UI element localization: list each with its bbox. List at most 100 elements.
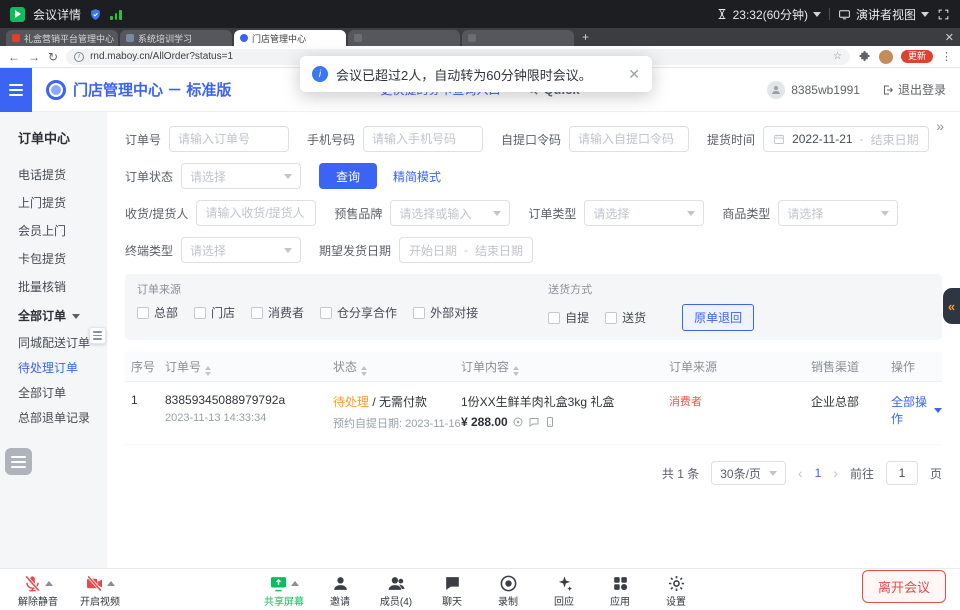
meeting-title[interactable]: 会议详情 [33,6,81,23]
all-actions-dropdown[interactable]: 全部操作 [891,393,942,427]
chevron-up-icon[interactable] [107,581,115,586]
pickup-code-input[interactable] [569,126,689,152]
apps-button[interactable]: 应用 [594,571,646,608]
checkbox-external[interactable] [413,307,425,319]
brand-select[interactable]: 请选择或输入 [390,200,510,226]
col-content[interactable]: 订单内容 [461,358,669,376]
pickup-end-placeholder: 结束日期 [871,131,919,148]
browser-tab[interactable]: 礼盒营销平台管理中心 [6,30,118,46]
meeting-timer[interactable]: 23:32(60分钟) [716,6,821,23]
share-screen-button[interactable]: 共享屏幕 [258,571,310,608]
checkbox-consumer[interactable] [251,307,263,319]
floating-menu-button[interactable] [5,448,32,475]
unmute-button[interactable]: 解除静音 [12,571,64,608]
sort-icon[interactable] [205,366,211,376]
invite-button[interactable]: 邀请 [314,571,366,608]
browser-profile-avatar[interactable] [879,50,893,64]
order-price: ¥ 288.00 [461,415,508,429]
chat-button[interactable]: 聊天 [426,571,478,608]
site-info-icon[interactable]: i [74,52,84,62]
sidebar-drag-handle-icon[interactable] [89,327,106,344]
prev-page-icon[interactable]: ‹ [798,465,803,481]
collapse-panel-icon[interactable]: » [936,118,944,134]
page-size-select[interactable]: 30条/页 [711,461,786,485]
checkbox-warehouse-coop[interactable] [320,307,332,319]
record-button[interactable]: 录制 [482,571,534,608]
phone-input[interactable] [363,126,483,152]
checkbox-store[interactable] [194,307,206,319]
browser-update-button[interactable]: 更新 [901,50,933,63]
fullscreen-icon[interactable] [937,8,950,21]
sort-icon[interactable] [361,366,367,376]
close-icon[interactable]: ✕ [628,66,640,83]
browser-tab-active[interactable]: 门店管理中心 [234,30,346,46]
tab-favicon [12,34,20,42]
order-type-select[interactable]: 请选择 [584,200,704,226]
chevron-up-icon[interactable] [45,581,53,586]
sidebar-item-member-visit[interactable]: 会员上门 [0,217,107,245]
chevron-up-icon[interactable] [291,581,299,586]
browser-tab-strip: 礼盒营销平台管理中心 系统培训学习 门店管理中心 + ✕ [0,28,960,46]
sidebar-item-phone-pickup[interactable]: 电话提货 [0,161,107,189]
pickup-start-date: 2022-11-21 [792,132,853,146]
view-mode-label: 演讲者视图 [856,6,916,23]
members-button[interactable]: 成员(4) [370,571,422,608]
checkbox-self-pickup[interactable] [548,312,560,324]
receiver-input[interactable] [196,200,316,226]
menu-toggle-button[interactable] [0,68,32,112]
sidebar-item-door-pickup[interactable]: 上门提货 [0,189,107,217]
reaction-button[interactable]: 回应 [538,571,590,608]
col-order-no[interactable]: 订单号 [165,358,333,376]
ship-date-range[interactable]: 开始日期 - 结束日期 [399,237,533,263]
col-status[interactable]: 状态 [333,358,461,376]
next-page-icon[interactable]: › [833,465,838,481]
leave-meeting-button[interactable]: 离开会议 [862,570,946,603]
logout-button[interactable]: 退出登录 [882,81,946,98]
order-no-input[interactable] [169,126,289,152]
select-placeholder: 请选择 [190,168,226,185]
select-placeholder: 请选择 [190,242,226,259]
forward-icon[interactable]: → [28,50,40,64]
refresh-icon[interactable]: ↻ [48,50,58,64]
sidebar-item-batch-verify[interactable]: 批量核销 [0,273,107,301]
goods-type-select[interactable]: 请选择 [778,200,898,226]
checkbox-delivery[interactable] [605,312,617,324]
original-order-return-button[interactable]: 原单退回 [682,304,754,331]
settings-button[interactable]: 设置 [650,571,702,608]
new-tab-button[interactable]: + [582,30,589,44]
back-icon[interactable]: ← [8,50,20,64]
sidebar-item-all-orders[interactable]: 全部订单 [0,381,107,406]
security-shield-icon[interactable] [89,8,102,21]
start-video-button[interactable]: 开启视频 [74,571,126,608]
window-close-icon[interactable]: ✕ [945,31,954,44]
extensions-puzzle-icon[interactable] [858,50,871,63]
sidebar-item-card-pickup[interactable]: 卡包提货 [0,245,107,273]
sidebar-item-pending-orders[interactable]: 待处理订单 [0,356,107,381]
current-page[interactable]: 1 [815,466,822,480]
view-mode-switch[interactable]: 演讲者视图 [838,6,929,23]
sort-icon[interactable] [513,366,519,376]
browser-tab[interactable]: 系统培训学习 [120,30,232,46]
order-status-select[interactable]: 请选择 [181,163,301,189]
sidebar-item-hq-refunds[interactable]: 总部退单记录 [0,406,107,431]
logout-label: 退出登录 [898,81,946,98]
chevron-down-icon [813,12,821,17]
main-content: 订单号 手机号码 自提口令码 提货时间 2022-11-21 - 结束日期 订单… [107,112,960,568]
goto-page-input[interactable] [886,461,918,485]
pickup-date-range[interactable]: 2022-11-21 - 结束日期 [763,126,929,152]
browser-menu-icon[interactable]: ⋮ [941,50,952,63]
bookmark-star-icon[interactable]: ☆ [833,51,842,62]
search-button[interactable]: 查询 [319,163,377,189]
order-number[interactable]: 83859345088979792a [165,393,333,407]
checkbox-hq[interactable] [137,307,149,319]
user-avatar[interactable] [767,81,785,99]
pagination: 共 1 条 30条/页 ‹ 1 › 前往 页 [125,461,942,485]
browser-tab[interactable] [348,30,460,46]
table-row[interactable]: 1 83859345088979792a 2023-11-13 14:33:34… [125,382,942,445]
total-count: 共 1 条 [662,465,699,482]
simple-mode-link[interactable]: 精简模式 [393,168,441,185]
browser-tab[interactable] [462,30,574,46]
terminal-type-select[interactable]: 请选择 [181,237,301,263]
side-drawer-handle[interactable]: « [943,288,960,324]
shared-browser-page: 门店管理中心 － 标准版 更快捷的券卡查询入口 Quick 8385wb1991… [0,68,960,568]
